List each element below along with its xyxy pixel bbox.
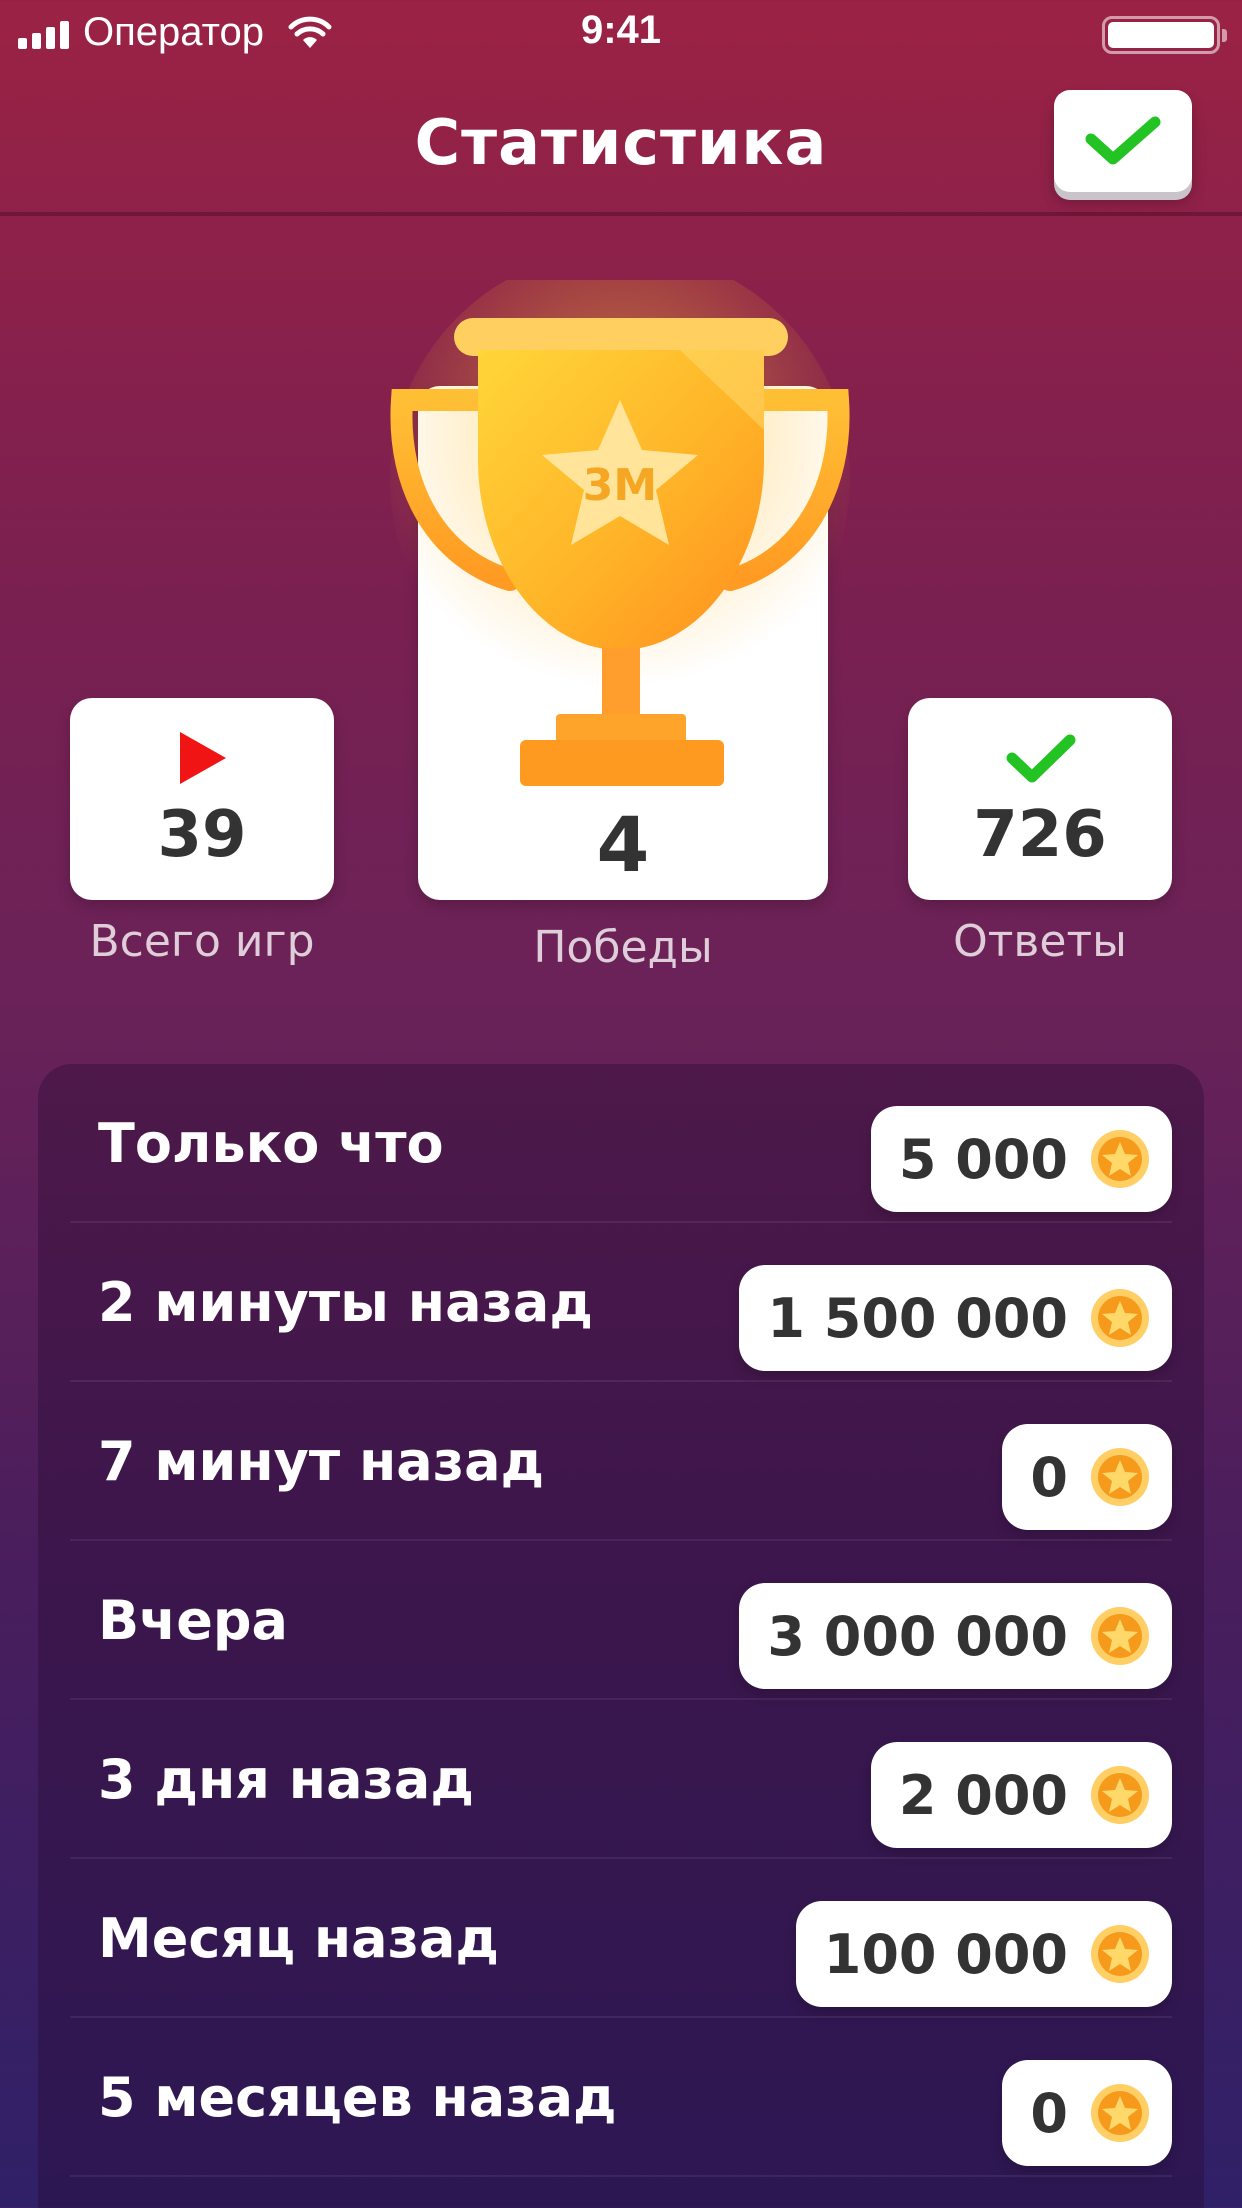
prize-amount: 1 500 000 bbox=[767, 1286, 1068, 1350]
checkmark-icon bbox=[1085, 116, 1161, 165]
checkmark-icon bbox=[1006, 734, 1076, 783]
prize-amount: 100 000 bbox=[823, 1922, 1068, 1986]
coin-icon bbox=[1091, 1448, 1149, 1506]
prize-amount: 5 000 bbox=[898, 1127, 1068, 1191]
prize-pill: 0 bbox=[1002, 1424, 1172, 1530]
total-games-label: Всего игр bbox=[89, 916, 315, 967]
history-row[interactable]: Месяц назад 100 000 bbox=[70, 1859, 1172, 2018]
total-games-card: 39 bbox=[70, 698, 334, 900]
history-row[interactable]: 5 месяцев назад 0 bbox=[70, 2018, 1172, 2177]
history-row[interactable]: Только что 5 000 bbox=[70, 1064, 1172, 1223]
prize-pill: 5 000 bbox=[870, 1106, 1172, 1212]
history-row[interactable]: Вчера 3 000 000 bbox=[70, 1541, 1172, 1700]
prize-pill: 3 000 000 bbox=[739, 1583, 1172, 1689]
battery-icon bbox=[1102, 16, 1227, 54]
prize-pill: 100 000 bbox=[795, 1901, 1172, 2007]
confirm-button[interactable] bbox=[1054, 90, 1192, 192]
history-time: Вчера bbox=[98, 1589, 288, 1652]
answers-label: Ответы bbox=[953, 916, 1127, 967]
history-row[interactable]: 3 дня назад 2 000 bbox=[70, 1700, 1172, 1859]
total-games-value: 39 bbox=[157, 798, 247, 872]
history-time: 2 минуты назад bbox=[98, 1271, 593, 1334]
trophy-icon: 3M bbox=[390, 280, 850, 786]
history-time: 7 минут назад bbox=[98, 1430, 545, 1493]
prize-pill: 2 000 bbox=[870, 1742, 1172, 1848]
status-bar: Оператор 9:41 bbox=[0, 0, 1242, 68]
answers-card: 726 bbox=[908, 698, 1172, 900]
prize-pill: 0 bbox=[1002, 2060, 1172, 2166]
prize-pill: 1 500 000 bbox=[739, 1265, 1172, 1371]
history-row[interactable]: 7 минут назад 0 bbox=[70, 1382, 1172, 1541]
wins-label: Победы bbox=[533, 922, 713, 973]
history-time: 3 дня назад bbox=[98, 1748, 474, 1811]
coin-icon bbox=[1091, 2084, 1149, 2142]
prize-amount: 3 000 000 bbox=[767, 1604, 1068, 1668]
header: Статистика bbox=[0, 68, 1242, 216]
coin-icon bbox=[1091, 1607, 1149, 1665]
status-time: 9:41 bbox=[580, 8, 662, 52]
prize-amount: 2 000 bbox=[898, 1763, 1068, 1827]
history-time: Только что bbox=[98, 1112, 444, 1175]
play-icon bbox=[180, 732, 226, 784]
game-history-list: Только что 5 000 2 минуты назад 1 500 00… bbox=[38, 1064, 1204, 2208]
history-row[interactable]: 2 минуты назад 1 500 000 bbox=[70, 1223, 1172, 1382]
answers-value: 726 bbox=[973, 798, 1107, 872]
coin-icon bbox=[1091, 1766, 1149, 1824]
history-time: 5 месяцев назад bbox=[98, 2066, 617, 2129]
wins-value: 4 bbox=[596, 800, 650, 889]
trophy-badge-text: 3M bbox=[583, 460, 657, 511]
history-time: Месяц назад bbox=[98, 1907, 500, 1970]
coin-icon bbox=[1091, 1289, 1149, 1347]
prize-amount: 0 bbox=[1030, 1445, 1068, 1509]
prize-amount: 0 bbox=[1030, 2081, 1068, 2145]
coin-icon bbox=[1091, 1925, 1149, 1983]
coin-icon bbox=[1091, 1130, 1149, 1188]
